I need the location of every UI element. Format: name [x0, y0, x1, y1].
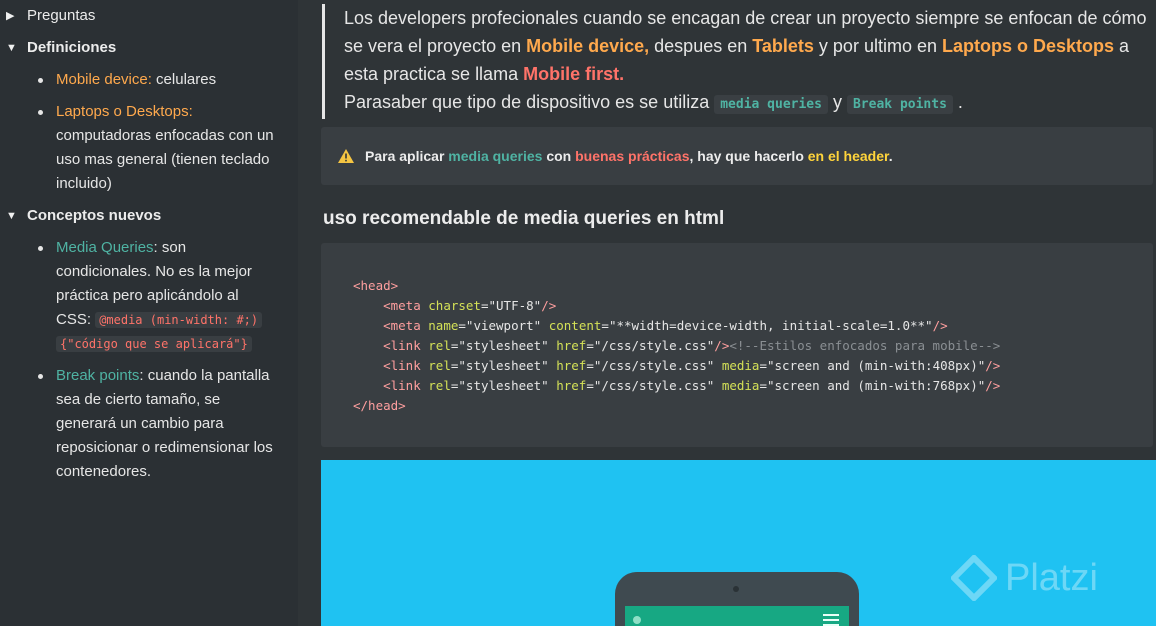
quote-text: y	[827, 92, 847, 112]
callout-media-queries: media queries	[448, 148, 543, 164]
list-item-break-points: Break points: cuando la pantalla sea de …	[38, 364, 276, 484]
phone-camera	[733, 586, 739, 592]
toggle-conceptos-nuevos[interactable]: ▼ Conceptos nuevos	[6, 204, 161, 228]
highlight-laptops: Laptops o Desktops	[941, 36, 1115, 56]
term-label: Laptops o Desktops:	[56, 103, 193, 120]
list-item-media-queries: Media Queries: son condicionales. No es …	[38, 236, 276, 356]
toggle-preguntas[interactable]: ▶ Preguntas	[6, 4, 95, 28]
callout-en-el-header: en el header	[807, 148, 889, 164]
triangle-down-icon: ▼	[6, 210, 17, 222]
quote-text: .	[952, 92, 963, 112]
term-desc: celulares	[151, 71, 217, 88]
toggle-label: Definiciones	[27, 39, 117, 56]
quote-text: despues en	[649, 36, 753, 56]
triangle-down-icon: ▼	[6, 42, 17, 54]
list-item-mobile-device: Mobile device: celulares	[38, 68, 276, 92]
warning-icon	[337, 147, 355, 165]
callout-part: Para aplicar	[365, 148, 449, 164]
list-item-laptops: Laptops o Desktops: computadoras enfocad…	[38, 100, 276, 196]
term-desc: computadoras enfocadas con un uso mas ge…	[56, 127, 274, 192]
callout-part: con	[542, 148, 576, 164]
section-heading: uso recomendable de media queries en htm…	[323, 208, 725, 229]
code-token: UTF-8	[496, 298, 534, 313]
toggle-label: Conceptos nuevos	[27, 207, 162, 224]
hamburger-menu-icon	[823, 614, 839, 626]
phone-illustration	[615, 572, 859, 626]
callout-buenas-practicas: buenas prácticas	[575, 148, 690, 164]
code-lines: <head> <meta charset="UTF-8"/> <meta nam…	[353, 278, 1001, 413]
code-token: screen and (min-with:408px)	[774, 358, 978, 373]
phone-screen	[625, 606, 849, 626]
term-label: Mobile device:	[56, 71, 152, 88]
code-token: viewport	[473, 318, 534, 333]
sidebar: ▶ Preguntas ▼ Definiciones Mobile device…	[0, 0, 298, 626]
code-token: /css/style.css	[601, 338, 707, 353]
inline-code-media-queries: media queries	[714, 95, 828, 114]
code-comment: <!--Estilos enfocados para mobile-->	[729, 338, 1001, 353]
illustration-image: Platzi	[321, 460, 1156, 626]
toggle-definiciones[interactable]: ▼ Definiciones	[6, 36, 116, 60]
highlight-tablets: Tablets	[752, 36, 814, 56]
highlight-mobile-device: Mobile device,	[526, 36, 650, 56]
toggle-label: Preguntas	[27, 7, 96, 24]
quote-text: Parasaber que tipo de dispositivo es se …	[344, 92, 715, 112]
code-token: screen and (min-with:768px)	[774, 378, 978, 393]
code-token: </head>	[353, 398, 406, 413]
code-token: **width=device-width, initial-scale=1.0*…	[616, 318, 926, 333]
platzi-logo-icon	[951, 555, 997, 601]
page: ▶ Preguntas ▼ Definiciones Mobile device…	[0, 0, 1156, 626]
callout-box: Para aplicar media queries con buenas pr…	[321, 127, 1153, 185]
term-label: Media Queries	[56, 239, 154, 256]
watermark-text: Platzi	[1005, 556, 1098, 599]
inline-code-break-points: Break points	[846, 95, 953, 114]
code-block[interactable]: <head> <meta charset="UTF-8"/> <meta nam…	[321, 243, 1153, 447]
callout-part: .	[888, 148, 893, 164]
callout-text: Para aplicar media queries con buenas pr…	[365, 148, 893, 164]
inline-code: {"código que se aplicará"}	[56, 336, 252, 352]
inline-code: @media (min-width: #;)	[95, 312, 263, 328]
triangle-right-icon: ▶	[6, 10, 15, 22]
callout-part: , hay que hacerlo	[689, 148, 808, 164]
term-label: Break points	[56, 367, 140, 384]
blockquote: Los developers profecionales cuando se e…	[322, 4, 1156, 119]
phone-logo-dot	[633, 616, 641, 624]
quote-text: y por ultimo en	[813, 36, 942, 56]
highlight-mobile-first: Mobile first.	[523, 64, 625, 84]
main-content: Los developers profecionales cuando se e…	[298, 0, 1156, 626]
platzi-watermark: Platzi	[951, 555, 1098, 601]
code-token: <head>	[353, 278, 399, 293]
